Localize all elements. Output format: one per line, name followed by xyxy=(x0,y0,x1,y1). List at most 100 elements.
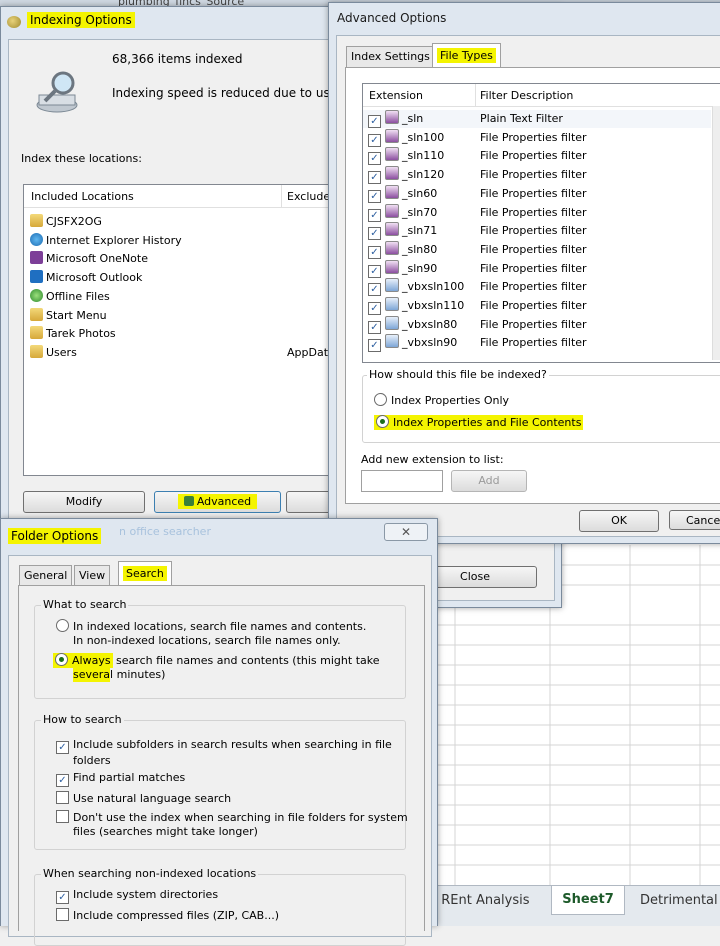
sheet-tab-sheet7[interactable]: Sheet7 xyxy=(551,886,625,915)
option-indexed-line1: In indexed locations, search file names … xyxy=(73,620,367,633)
location-row[interactable]: Offline Files xyxy=(24,288,344,306)
header-extension[interactable]: Extension xyxy=(369,89,423,102)
file-type-checkbox[interactable]: ✓ xyxy=(368,115,381,128)
file-type-checkbox[interactable]: ✓ xyxy=(368,283,381,297)
header-filter-description[interactable]: Filter Description xyxy=(480,89,573,102)
how-to-search-option[interactable]: ✓ Include subfolders in search results wh… xyxy=(56,738,392,768)
cancel-button[interactable]: Cance xyxy=(669,510,720,530)
filter-description: File Properties filter xyxy=(480,336,587,350)
add-extension-input[interactable] xyxy=(361,470,443,492)
included-locations-list[interactable]: Included Locations Exclude CJSFX2OG Inter… xyxy=(23,184,345,476)
add-extension-label: Add new extension to list: xyxy=(361,453,504,466)
advanced-button[interactable]: Advanced xyxy=(154,491,281,513)
file-type-row[interactable]: ✓ _vbxsln110 File Properties filter xyxy=(363,297,711,315)
always-line2: several minutes) xyxy=(53,667,165,682)
file-extension: _sln71 xyxy=(402,224,438,238)
file-type-row[interactable]: ✓ _sln71 File Properties filter xyxy=(363,222,711,241)
file-type-row[interactable]: ✓ _sln80 File Properties filter xyxy=(363,240,711,259)
tab-view[interactable]: View xyxy=(74,565,111,586)
file-type-row[interactable]: ✓ _vbxsln90 File Properties filter xyxy=(363,334,711,353)
file-type-checkbox[interactable]: ✓ xyxy=(368,245,381,259)
tab-general[interactable]: General xyxy=(19,565,73,586)
header-included-locations[interactable]: Included Locations xyxy=(31,190,134,203)
filter-description: File Properties filter xyxy=(480,299,587,312)
file-types-list[interactable]: Extension Filter Description ✓ _sln Plain … xyxy=(362,83,720,363)
radio-indexed-locations[interactable] xyxy=(56,619,69,632)
location-row[interactable]: Microsoft OneNote xyxy=(24,250,344,268)
modify-button[interactable]: Modify xyxy=(23,491,145,513)
file-type-row[interactable]: ✓ _vbxsln100 File Properties filter xyxy=(363,278,711,297)
tab-file-types[interactable]: File Types xyxy=(432,43,501,68)
filter-description: File Properties filter xyxy=(480,261,587,275)
file-type-checkbox[interactable]: ✓ xyxy=(368,152,381,166)
file-type-checkbox[interactable]: ✓ xyxy=(368,208,381,222)
file-type-checkbox[interactable]: ✓ xyxy=(368,339,381,353)
file-type-checkbox[interactable]: ✓ xyxy=(368,264,381,278)
solution-file-icon xyxy=(385,166,399,181)
file-types-scrollbar[interactable] xyxy=(712,106,720,360)
nonindexed-option[interactable]: Include compressed files (ZIP, CAB...) xyxy=(56,908,279,922)
header-exclude[interactable]: Exclude xyxy=(287,190,330,203)
file-type-checkbox[interactable]: ✓ xyxy=(368,320,381,334)
shield-icon xyxy=(183,496,194,506)
file-type-row[interactable]: ✓ _vbxsln80 File Properties filter xyxy=(363,315,711,334)
option-index-properties-contents[interactable]: Index Properties and File Contents xyxy=(374,415,584,430)
how-to-search-option[interactable]: ✓ Find partial matches xyxy=(56,771,185,787)
tab-search[interactable]: Search xyxy=(118,561,172,586)
location-row[interactable]: Microsoft Outlook xyxy=(24,269,344,287)
tab-file-types-label: File Types xyxy=(437,48,496,63)
offline-files-icon xyxy=(30,288,43,302)
option-contents-highlight: Index Properties and File Contents xyxy=(374,415,584,430)
tab-index-settings[interactable]: Index Settings xyxy=(346,46,435,67)
option-indexed-line2: In non-indexed locations, search file na… xyxy=(73,634,341,647)
radio-properties-and-contents[interactable] xyxy=(376,415,389,428)
file-type-row[interactable]: ✓ _sln120 File Properties filter xyxy=(363,166,711,185)
file-type-row[interactable]: ✓ _sln Plain Text Filter xyxy=(363,110,711,128)
file-extension: _vbxsln80 xyxy=(402,317,458,331)
advanced-options-window: Advanced Options Index Settings File Typ… xyxy=(328,2,720,544)
several-highlight: severa xyxy=(73,667,111,682)
filter-description: File Properties filter xyxy=(480,168,587,182)
ok-button-label: OK xyxy=(611,514,627,527)
location-name: Users xyxy=(46,345,77,359)
location-row[interactable]: Internet Explorer History xyxy=(24,232,344,250)
option-checkbox[interactable]: ✓ xyxy=(56,741,69,754)
sheet-tab-rent-analysis[interactable]: t REnt Analysis xyxy=(432,893,530,908)
location-row[interactable]: Tarek Photos xyxy=(24,325,344,343)
file-type-checkbox[interactable]: ✓ xyxy=(368,227,381,241)
always-word: Always xyxy=(72,654,111,667)
option-checkbox[interactable] xyxy=(56,908,69,921)
ok-button[interactable]: OK xyxy=(579,510,659,532)
option-checkbox[interactable] xyxy=(56,791,69,804)
file-type-row[interactable]: ✓ _sln110 File Properties filter xyxy=(363,147,711,166)
sheet-tab-detrimental[interactable]: Detrimental xyxy=(640,893,718,908)
how-to-search-option[interactable]: Don't use the index when searching in fi… xyxy=(56,810,408,839)
file-type-row[interactable]: ✓ _sln70 File Properties filter xyxy=(363,203,711,222)
tab-general-label: General xyxy=(24,569,68,582)
folder-close-button[interactable]: ✕ xyxy=(384,523,428,541)
location-row[interactable]: CJSFX2OG xyxy=(24,213,344,231)
file-extension: _vbxsln110 xyxy=(402,299,465,312)
file-type-checkbox[interactable]: ✓ xyxy=(368,171,381,185)
how-to-search-option[interactable]: Use natural language search xyxy=(56,791,231,806)
file-type-row[interactable]: ✓ _sln60 File Properties filter xyxy=(363,184,711,203)
radio-properties-only[interactable] xyxy=(374,393,387,406)
option-checkbox[interactable]: ✓ xyxy=(56,891,69,904)
radio-always-search[interactable] xyxy=(55,653,68,666)
location-row[interactable]: Users AppDat xyxy=(24,344,344,362)
modify-button-label: Modify xyxy=(65,495,103,508)
option-index-properties-only[interactable]: Index Properties Only xyxy=(374,393,509,407)
file-type-row[interactable]: ✓ _sln100 File Properties filter xyxy=(363,128,711,147)
option-always-search[interactable]: Always search file names and contents (t… xyxy=(53,653,380,682)
option-checkbox[interactable] xyxy=(56,810,69,823)
file-type-checkbox[interactable]: ✓ xyxy=(368,302,381,315)
file-type-checkbox[interactable]: ✓ xyxy=(368,189,381,203)
nonindexed-option[interactable]: ✓ Include system directories xyxy=(56,888,218,904)
file-type-row[interactable]: ✓ _sln90 File Properties filter xyxy=(363,259,711,278)
add-extension-button[interactable]: Add xyxy=(451,470,527,492)
option-indexed-locations[interactable]: In indexed locations, search file names … xyxy=(56,619,366,648)
location-row[interactable]: Start Menu xyxy=(24,307,344,325)
option-checkbox[interactable]: ✓ xyxy=(56,774,69,787)
file-type-checkbox[interactable]: ✓ xyxy=(368,133,381,147)
indexing-magnifier-icon xyxy=(36,71,78,113)
